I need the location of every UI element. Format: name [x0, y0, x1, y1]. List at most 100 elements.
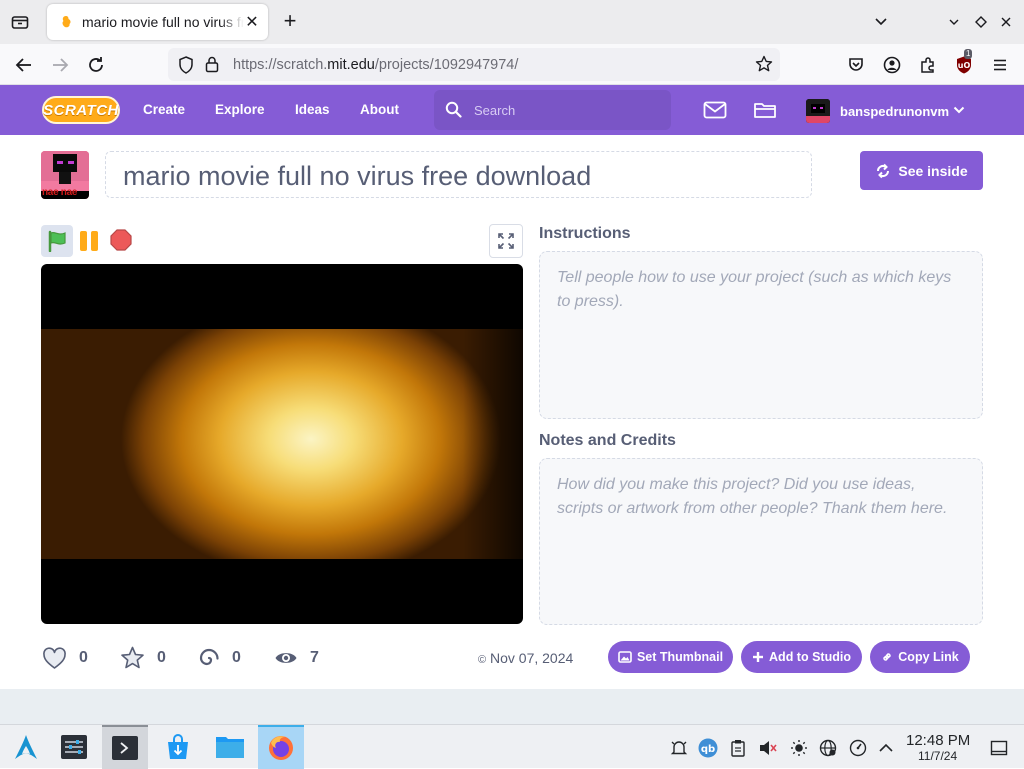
minimize-icon[interactable] [944, 12, 964, 32]
project-author-thumbnail[interactable]: nae nae [41, 151, 89, 199]
brightness-icon[interactable] [789, 738, 809, 758]
thumbnail-caption: nae nae [42, 187, 78, 198]
software-center-taskbar-icon[interactable] [155, 725, 201, 769]
network-globe-icon[interactable] [818, 738, 838, 758]
remix-arrows-icon [877, 163, 890, 178]
back-arrow-icon[interactable] [11, 52, 37, 78]
url-text[interactable]: https://scratch.mit.edu/projects/1092947… [233, 57, 518, 73]
scratch-logo[interactable]: SCRATCH [42, 96, 120, 124]
heart-icon [43, 646, 66, 669]
volume-muted-icon[interactable] [758, 738, 778, 758]
clock-date[interactable]: 11/7/24 [918, 749, 957, 763]
account-icon[interactable] [879, 52, 905, 78]
window-close-icon[interactable] [996, 12, 1016, 32]
nav-link-create[interactable]: Create [143, 102, 185, 117]
file-manager-taskbar-icon[interactable] [207, 725, 253, 769]
hamburger-menu-icon[interactable] [987, 52, 1013, 78]
lock-icon[interactable] [205, 55, 219, 78]
nav-link-explore[interactable]: Explore [215, 102, 265, 117]
favorite-stat[interactable]: 0 [120, 645, 166, 671]
nav-link-ideas[interactable]: Ideas [295, 102, 330, 117]
system-settings-taskbar-icon[interactable] [51, 725, 97, 769]
reload-icon[interactable] [83, 52, 109, 78]
browser-tab-bar: mario movie full no virus free download … [0, 0, 1024, 44]
notifications-bell-icon[interactable] [669, 738, 689, 758]
browser-nav-bar: https://scratch.mit.edu/projects/1092947… [0, 44, 1024, 85]
star-icon [121, 646, 144, 669]
project-title-input[interactable]: mario movie full no virus free download [105, 151, 812, 198]
firefox-taskbar-icon[interactable] [258, 725, 304, 769]
set-thumbnail-button[interactable]: Set Thumbnail [608, 641, 733, 673]
nav-link-about[interactable]: About [360, 102, 399, 117]
see-inside-button[interactable]: See inside [860, 151, 983, 190]
project-title: mario movie full no virus free download [123, 161, 592, 191]
user-avatar[interactable] [806, 99, 830, 123]
extensions-icon[interactable] [915, 52, 941, 78]
link-icon [883, 653, 892, 661]
see-inside-label: See inside [898, 162, 968, 179]
power-profile-gauge-icon[interactable] [848, 738, 868, 758]
image-icon [618, 651, 632, 663]
favorite-count: 0 [157, 649, 166, 666]
tab-list-icon[interactable] [8, 10, 32, 34]
stop-sign-icon [110, 229, 132, 251]
url-bar[interactable]: https://scratch.mit.edu/projects/1092947… [168, 48, 780, 81]
maximize-icon[interactable] [971, 12, 991, 32]
search-icon [445, 101, 462, 123]
plus-icon [753, 652, 764, 662]
instructions-textarea[interactable]: Tell people how to use your project (suc… [539, 251, 983, 419]
my-stuff-folder-icon[interactable] [752, 97, 778, 123]
show-desktop-icon[interactable] [989, 738, 1009, 758]
add-to-studio-label: Add to Studio [769, 650, 851, 664]
list-all-tabs-icon[interactable] [871, 12, 891, 32]
pause-bar-left [80, 231, 87, 251]
notes-placeholder: How did you make this project? Did you u… [557, 476, 948, 517]
remix-spiral-icon [199, 648, 219, 666]
clipboard-icon[interactable] [728, 738, 748, 758]
remix-count: 0 [232, 649, 241, 666]
love-count: 0 [79, 649, 88, 666]
account-dropdown-chevron-icon[interactable] [946, 97, 972, 123]
browser-tab-active[interactable]: mario movie full no virus free download … [47, 4, 268, 40]
copyright-symbol: © [478, 654, 487, 666]
views-stat: 7 [274, 645, 319, 671]
ublock-origin-icon[interactable]: uO 1 [951, 49, 977, 78]
tray-expand-chevron-icon[interactable] [876, 738, 896, 758]
messages-envelope-icon[interactable] [702, 97, 728, 123]
remix-stat: 0 [198, 645, 241, 671]
pocket-icon[interactable] [843, 52, 869, 78]
share-date: © Nov 07, 2024 [478, 650, 573, 666]
app-launcher-icon[interactable] [3, 725, 49, 769]
pause-button[interactable] [78, 230, 100, 252]
search-placeholder: Search [474, 103, 516, 118]
tracking-shield-icon[interactable] [178, 56, 194, 79]
fullscreen-button[interactable] [489, 224, 523, 258]
qbittorrent-tray-icon[interactable]: qb [698, 738, 718, 758]
stop-button[interactable] [110, 229, 132, 251]
green-flag-icon [48, 230, 66, 252]
search-input[interactable]: Search [434, 90, 671, 130]
copy-link-button[interactable]: Copy Link [870, 641, 970, 673]
new-tab-button[interactable]: + [278, 10, 302, 34]
bookmark-star-icon[interactable] [755, 55, 773, 78]
svg-text:qb: qb [701, 744, 715, 755]
pause-bar-right [91, 231, 98, 251]
page-footer-band [0, 689, 1024, 724]
add-to-studio-button[interactable]: Add to Studio [741, 641, 862, 673]
terminal-taskbar-icon[interactable] [102, 725, 148, 769]
share-date-text: Nov 07, 2024 [490, 650, 574, 666]
username[interactable]: banspedrunonvm [840, 104, 949, 119]
clock-time[interactable]: 12:48 PM [906, 732, 970, 749]
forward-arrow-icon[interactable] [47, 52, 73, 78]
love-stat[interactable]: 0 [42, 645, 88, 671]
notes-textarea[interactable]: How did you make this project? Did you u… [539, 458, 983, 625]
views-count: 7 [310, 649, 319, 666]
project-stage[interactable] [41, 264, 523, 624]
scratch-nav-bar: SCRATCH Create Explore Ideas About Searc… [0, 85, 1024, 135]
stage-image [41, 329, 523, 559]
scratch-favicon-icon [62, 16, 71, 28]
green-flag-button[interactable] [41, 225, 73, 257]
fullscreen-icon [498, 233, 514, 249]
instructions-placeholder: Tell people how to use your project (suc… [557, 269, 952, 310]
tab-close-icon[interactable]: ✕ [244, 14, 260, 31]
